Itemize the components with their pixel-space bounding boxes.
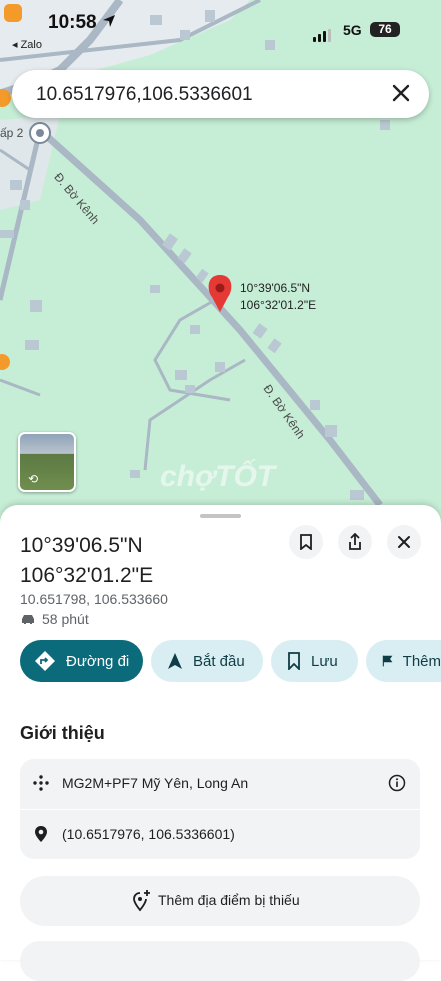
add-location-icon — [133, 890, 150, 912]
plus-code-text: MG2M+PF7 Mỹ Yên, Long An — [62, 775, 249, 791]
travel-time: 58 phút — [20, 611, 89, 627]
area-label: ấp 2 — [0, 126, 24, 140]
place-details-sheet: 10°39'06.5"N 106°32'01.2"E 10.651798, 10… — [0, 505, 441, 981]
pin-lat-label: 10°39'06.5"N — [240, 281, 311, 295]
add-missing-place-label: Thêm địa điểm bị thiếu — [158, 892, 300, 908]
info-icon[interactable] — [388, 774, 406, 792]
decimal-coordinates: 10.651798, 106.533660 — [20, 591, 168, 607]
battery-level: 76 — [370, 22, 400, 37]
add-missing-place-button[interactable]: Thêm địa điểm bị thiếu — [20, 876, 420, 926]
watermark: chợTỐT — [160, 460, 276, 493]
status-time: 10:58 — [48, 12, 97, 33]
share-icon — [349, 533, 361, 550]
location-arrow-icon — [103, 15, 115, 27]
next-action-button[interactable] — [20, 941, 420, 981]
directions-button[interactable]: Đường đi — [20, 640, 143, 682]
about-card: MG2M+PF7 Mỹ Yên, Long An (10.6517976, 10… — [20, 759, 420, 859]
street-view-thumbnail[interactable]: ⟲ — [18, 432, 76, 492]
bookmark-icon — [300, 534, 312, 550]
bookmark-icon — [288, 652, 300, 670]
plus-code-icon — [33, 775, 49, 791]
flag-icon — [382, 655, 393, 667]
search-query[interactable]: 10.6517976,106.5336601 — [36, 84, 253, 106]
start-label: Bắt đầu — [193, 652, 245, 670]
network-type: 5G — [343, 22, 362, 38]
cellular-signal-icon — [313, 24, 333, 42]
title-latitude: 10°39'06.5"N — [20, 534, 143, 557]
directions-label: Đường đi — [66, 652, 130, 670]
section-title: Giới thiệu — [20, 723, 105, 743]
pin-coordinate-label: 10°39'06.5"N 106°32'01.2"E — [240, 280, 316, 314]
save-button[interactable]: Lưu — [271, 640, 358, 682]
car-icon — [22, 615, 34, 624]
start-button[interactable]: Bắt đầu — [151, 640, 263, 682]
title-longitude: 106°32'01.2"E — [20, 564, 154, 587]
plus-code-row[interactable]: MG2M+PF7 Mỹ Yên, Long An — [20, 759, 420, 809]
travel-time-text: 58 phút — [42, 611, 89, 627]
status-bar: 10:58 ◂ Zalo 5G 76 — [0, 0, 441, 56]
back-to-app-link[interactable]: ◂ Zalo — [12, 38, 42, 51]
directions-icon — [35, 651, 55, 671]
drag-handle[interactable] — [200, 514, 241, 518]
add-label-text: Thêm — [402, 652, 441, 670]
pin-lng-label: 106°32'01.2"E — [240, 298, 317, 312]
app-badge-icon — [4, 4, 22, 22]
latlng-row[interactable]: (10.6517976, 106.5336601) — [20, 810, 420, 860]
latlng-text: (10.6517976, 106.5336601) — [62, 826, 235, 842]
save-label: Lưu — [311, 652, 338, 670]
map-pin-icon — [35, 826, 47, 842]
navigation-arrow-icon — [168, 653, 182, 669]
close-icon — [398, 536, 410, 548]
place-title: 10°39'06.5"N 106°32'01.2"E — [20, 531, 153, 591]
close-sheet-button[interactable] — [387, 525, 421, 559]
close-icon[interactable] — [389, 81, 413, 105]
save-bookmark-button[interactable] — [289, 525, 323, 559]
rotate-360-icon: ⟲ — [28, 472, 39, 486]
add-label-button[interactable]: Thêm — [366, 640, 441, 682]
share-button[interactable] — [338, 525, 372, 559]
search-bar[interactable]: 10.6517976,106.5336601 — [12, 70, 429, 118]
